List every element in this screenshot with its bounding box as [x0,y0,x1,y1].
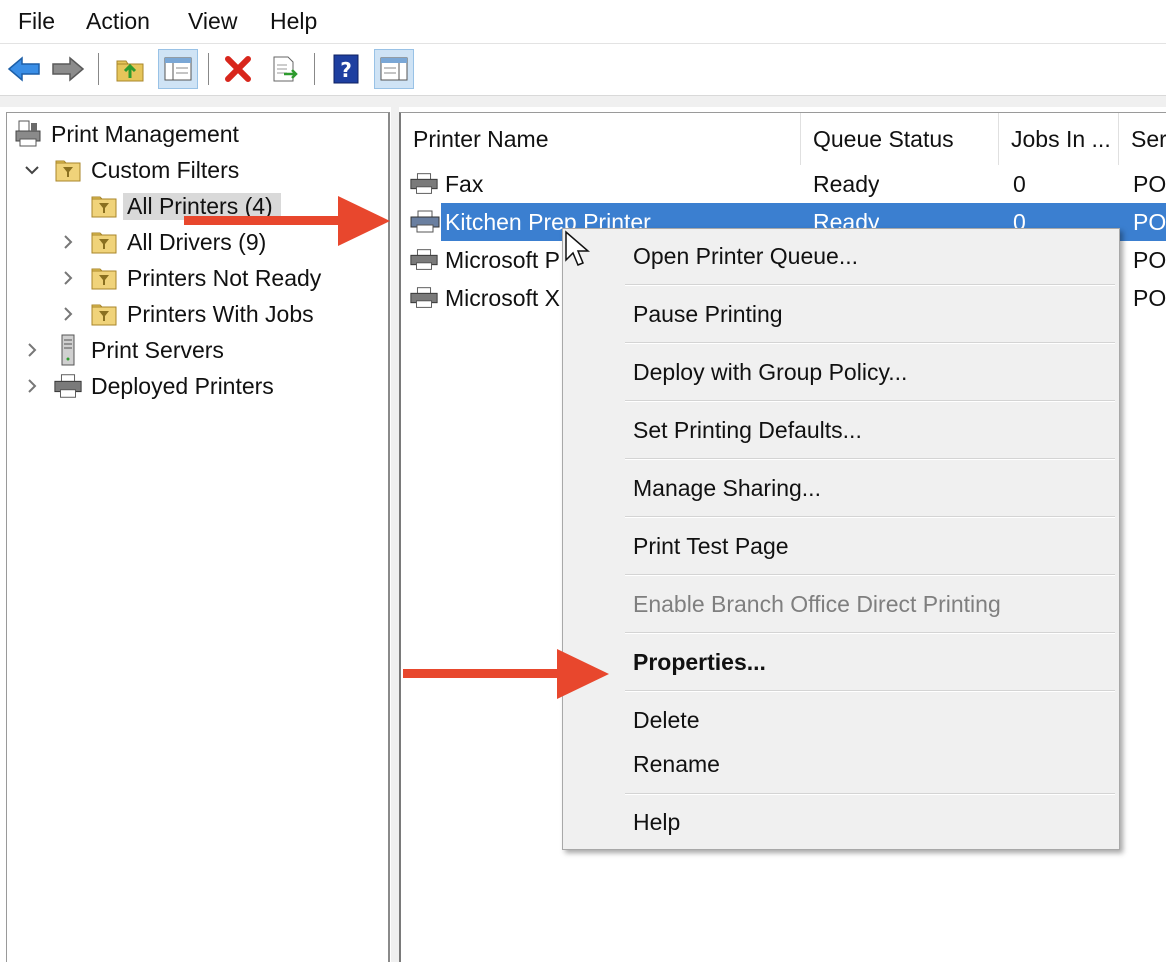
column-header-queue-status[interactable]: Queue Status [801,113,999,165]
printer-name: Microsoft P [445,246,561,273]
chevron-right-icon[interactable] [57,267,79,289]
filter-folder-icon [89,263,119,293]
filter-folder-icon [89,299,119,329]
annotation-arrow-icon [403,649,609,699]
menu-item-help[interactable]: Help [633,809,680,836]
server-name: POS [1133,170,1166,197]
printer-icon [409,241,439,279]
tree-label: Deployed Printers [91,372,274,399]
tree-item-print-servers[interactable]: Print Servers [21,333,224,367]
toolbar: ? [0,45,1166,95]
toolbar-bottom-border [0,95,1166,107]
filter-folder-icon [89,227,119,257]
menu-separator [625,400,1115,402]
menu-separator [625,632,1115,634]
menu-item-manage-sharing[interactable]: Manage Sharing... [633,475,821,502]
tree-item-printers-with-jobs[interactable]: Printers With Jobs [57,297,314,331]
column-header-server-name[interactable]: Ser [1119,113,1166,165]
printer-name: Fax [445,170,484,197]
chevron-right-icon[interactable] [21,375,43,397]
filter-folder-icon [89,191,119,221]
menu-bar: File Action View Help [0,0,1166,44]
export-list-icon[interactable] [264,49,304,89]
column-header-printer-name[interactable]: Printer Name [401,113,801,165]
menu-view[interactable]: View [188,8,237,35]
menu-separator [625,284,1115,286]
menu-item-deploy-group-policy[interactable]: Deploy with Group Policy... [633,359,907,386]
back-arrow-icon[interactable] [4,49,44,89]
menu-item-pause-printing[interactable]: Pause Printing [633,301,783,328]
tree-label: Printers Not Ready [127,264,322,291]
tree-item-printers-not-ready[interactable]: Printers Not Ready [57,261,321,295]
filter-folder-icon [53,155,83,185]
server-name: POS [1133,246,1166,273]
menu-separator [625,793,1115,795]
tree-item-print-management[interactable]: Print Management [13,117,239,151]
pane-splitter[interactable] [391,107,399,962]
tree-item-deployed-printers[interactable]: Deployed Printers [21,369,274,403]
server-icon [53,334,83,366]
menu-separator [625,574,1115,576]
printer-icon [53,371,83,401]
menu-file[interactable]: File [18,8,55,35]
tree-item-custom-filters[interactable]: Custom Filters [21,153,239,187]
printer-icon [409,210,441,239]
printer-icon [409,279,439,317]
tree-label: Printers With Jobs [127,300,314,327]
printer-name: Microsoft X [445,284,561,311]
menu-separator [625,458,1115,460]
toolbar-separator [208,53,209,85]
jobs-in-queue: 0 [1013,170,1026,197]
menu-help[interactable]: Help [270,8,317,35]
menu-item-delete[interactable]: Delete [633,707,699,734]
chevron-down-icon[interactable] [21,159,43,181]
menu-separator [625,516,1115,518]
tree-label: Print Management [51,120,239,147]
show-action-pane-icon[interactable] [374,49,414,89]
menu-separator [625,342,1115,344]
chevron-right-icon[interactable] [57,231,79,253]
mouse-cursor-icon [565,230,591,266]
menu-item-print-test-page[interactable]: Print Test Page [633,533,789,560]
toolbar-separator [314,53,315,85]
menu-separator [625,690,1115,692]
chevron-right-icon[interactable] [21,339,43,361]
chevron-right-icon[interactable] [57,303,79,325]
list-item[interactable]: Fax Ready 0 POS [401,165,1166,203]
help-icon[interactable]: ? [326,49,366,89]
delete-icon[interactable] [218,49,258,89]
menu-item-set-printing-defaults[interactable]: Set Printing Defaults... [633,417,862,444]
menu-item-enable-branch-office: Enable Branch Office Direct Printing [633,591,1001,617]
menu-item-properties[interactable]: Properties... [633,649,766,676]
column-header-jobs-in-queue[interactable]: Jobs In ... [999,113,1119,165]
toolbar-separator [98,53,99,85]
menu-item-open-printer-queue[interactable]: Open Printer Queue... [633,243,858,270]
annotation-arrow-icon [184,196,390,246]
up-folder-icon[interactable] [110,49,150,89]
menu-action[interactable]: Action [86,8,150,35]
menu-item-rename[interactable]: Rename [633,751,720,778]
queue-status: Ready [813,170,880,197]
server-name: POS [1133,208,1166,235]
print-management-icon [13,119,43,149]
server-name: POS [1133,284,1166,311]
tree-label: Custom Filters [91,156,240,183]
context-menu: Open Printer Queue... Pause Printing Dep… [562,228,1120,850]
show-hide-console-tree-icon[interactable] [158,49,198,89]
tree-label: Print Servers [91,336,224,363]
svg-text:?: ? [340,58,352,82]
printer-icon [409,165,439,203]
forward-arrow-icon[interactable] [48,49,88,89]
